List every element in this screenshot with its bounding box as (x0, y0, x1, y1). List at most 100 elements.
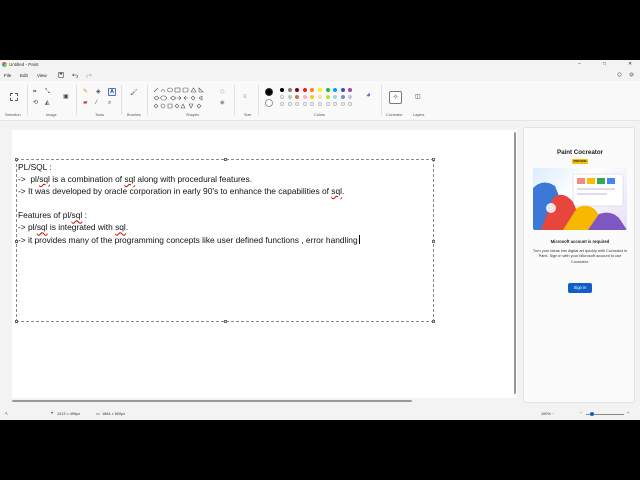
flip-icon[interactable]: ◭ (45, 100, 50, 106)
text-run: is integrated with (47, 222, 116, 233)
shapes-gallery[interactable] (153, 87, 213, 111)
share-icon[interactable] (617, 72, 622, 78)
text-line (18, 197, 359, 209)
text-run: -> It was developed by oracle corporatio… (18, 186, 332, 197)
custom-color-slot[interactable] (280, 102, 284, 106)
color-swatch[interactable] (287, 95, 292, 99)
text-tool-icon[interactable]: A (108, 88, 116, 96)
vertical-scrollbar[interactable] (514, 132, 516, 394)
crop-icon[interactable]: ⌗ (33, 89, 36, 95)
resize-handle[interactable] (15, 320, 18, 323)
menu-file[interactable]: File (4, 73, 11, 78)
color-swatch[interactable] (287, 88, 292, 92)
color-swatch[interactable] (348, 88, 353, 92)
color-swatch[interactable] (302, 88, 307, 92)
color-swatch[interactable] (348, 95, 353, 99)
maximize-button[interactable]: □ (603, 61, 606, 67)
color-swatch[interactable] (333, 88, 338, 92)
secondary-color-swatch[interactable] (265, 99, 273, 107)
color-swatch[interactable] (295, 88, 300, 92)
outline-icon[interactable]: ◇ (220, 89, 225, 95)
group-cocreator-label: Cocreator (386, 113, 403, 117)
cocreator-button[interactable]: ✧ (389, 91, 402, 104)
color-swatch[interactable] (310, 95, 315, 99)
text-run: along with procedural features. (135, 174, 252, 185)
resize-icon[interactable]: ⤡ (45, 89, 50, 95)
magnifier-icon[interactable]: ⌕ (108, 100, 111, 106)
sign-in-button[interactable]: Sign in (568, 283, 592, 293)
color-swatch[interactable] (295, 95, 300, 99)
image-select-icon[interactable]: ▣ (63, 94, 69, 100)
color-swatch[interactable] (318, 88, 322, 92)
canvas-workspace: PL/SQL : -> pl/sql is a combination of sq… (0, 122, 519, 407)
menu-edit[interactable]: Edit (20, 73, 28, 78)
custom-color-slot[interactable] (287, 102, 292, 106)
custom-color-slot[interactable] (333, 102, 338, 106)
drawing-canvas[interactable]: PL/SQL : -> pl/sql is a combination of sq… (12, 130, 517, 398)
custom-color-slot[interactable] (310, 102, 315, 106)
zoom-level[interactable]: 100% (541, 412, 551, 416)
text-run: . (342, 186, 345, 197)
color-picker-icon[interactable]: ⁄ (96, 100, 97, 106)
fill-bucket-icon[interactable]: ◈ (96, 89, 101, 95)
selection-rectangle-icon[interactable] (10, 93, 18, 101)
color-swatch[interactable] (333, 95, 338, 99)
settings-gear-icon[interactable] (629, 72, 634, 78)
divider (27, 85, 28, 115)
primary-color-swatch[interactable] (265, 88, 273, 96)
undo-icon[interactable] (72, 72, 78, 79)
custom-color-slot[interactable] (340, 102, 345, 106)
cocreator-description: Turn your ideas into digital art quickly… (532, 248, 628, 264)
divider (147, 85, 148, 115)
color-swatch[interactable] (280, 88, 284, 92)
text-box[interactable]: PL/SQL : -> pl/sql is a combination of sq… (15, 158, 435, 323)
minimize-button[interactable]: – (578, 61, 581, 67)
color-swatch[interactable] (325, 88, 330, 92)
color-swatch[interactable] (318, 95, 322, 99)
zoom-out-icon[interactable]: − (580, 411, 582, 415)
custom-color-slot[interactable] (348, 102, 353, 106)
custom-color-slot[interactable] (302, 102, 307, 106)
text-line: -> it provides many of the programming c… (18, 234, 360, 246)
paint-logo-icon (2, 62, 7, 67)
zoom-slider-thumb[interactable] (590, 412, 594, 416)
brush-icon[interactable]: 🖌 (130, 90, 138, 96)
color-swatch[interactable] (325, 95, 330, 99)
resize-handle[interactable] (432, 158, 435, 161)
color-swatch[interactable] (310, 88, 315, 92)
divider (76, 85, 77, 115)
paint-window: Untitled - Paint – □ ✕ File Edit View Se… (0, 60, 640, 420)
text-content[interactable]: PL/SQL : -> pl/sql is a combination of sq… (18, 161, 360, 246)
horizontal-scrollbar[interactable] (12, 400, 412, 402)
custom-color-slot[interactable] (318, 102, 322, 106)
text-line: Features of pl/sql : (18, 209, 359, 221)
resize-handle[interactable] (432, 320, 435, 323)
zoom-in-icon[interactable]: + (627, 411, 629, 415)
custom-color-slot[interactable] (295, 102, 300, 106)
group-tools-label: Tools (95, 113, 104, 117)
misspelled-word: sql (71, 210, 83, 221)
misspelled-word: sql (115, 222, 126, 233)
save-icon[interactable] (58, 72, 64, 79)
color-swatch[interactable] (302, 95, 307, 99)
resize-handle[interactable] (432, 240, 435, 243)
color-swatch[interactable] (340, 88, 345, 92)
size-icon[interactable]: ≡ (243, 94, 247, 100)
menu-view[interactable]: View (37, 73, 47, 78)
custom-color-slot[interactable] (325, 102, 330, 106)
layers-icon[interactable]: ◫ (415, 94, 421, 100)
chevron-down-icon: ⌄ (552, 411, 555, 415)
pencil-icon[interactable]: ✎ (83, 89, 88, 95)
redo-icon[interactable] (86, 72, 92, 79)
resize-handle[interactable] (224, 320, 227, 323)
fill-icon[interactable]: ◆ (220, 100, 225, 106)
close-button[interactable]: ✕ (628, 61, 632, 67)
text-run: -> pl/ (18, 222, 37, 233)
color-swatch[interactable] (340, 95, 345, 99)
edit-colors-icon[interactable]: ◕ (366, 91, 371, 99)
color-swatch[interactable] (280, 95, 284, 99)
rotate-icon[interactable]: ⟲ (33, 100, 38, 106)
window-title: Untitled - Paint (9, 62, 39, 67)
eraser-icon[interactable]: ▰ (83, 100, 88, 106)
text-line: PL/SQL : (18, 161, 359, 173)
